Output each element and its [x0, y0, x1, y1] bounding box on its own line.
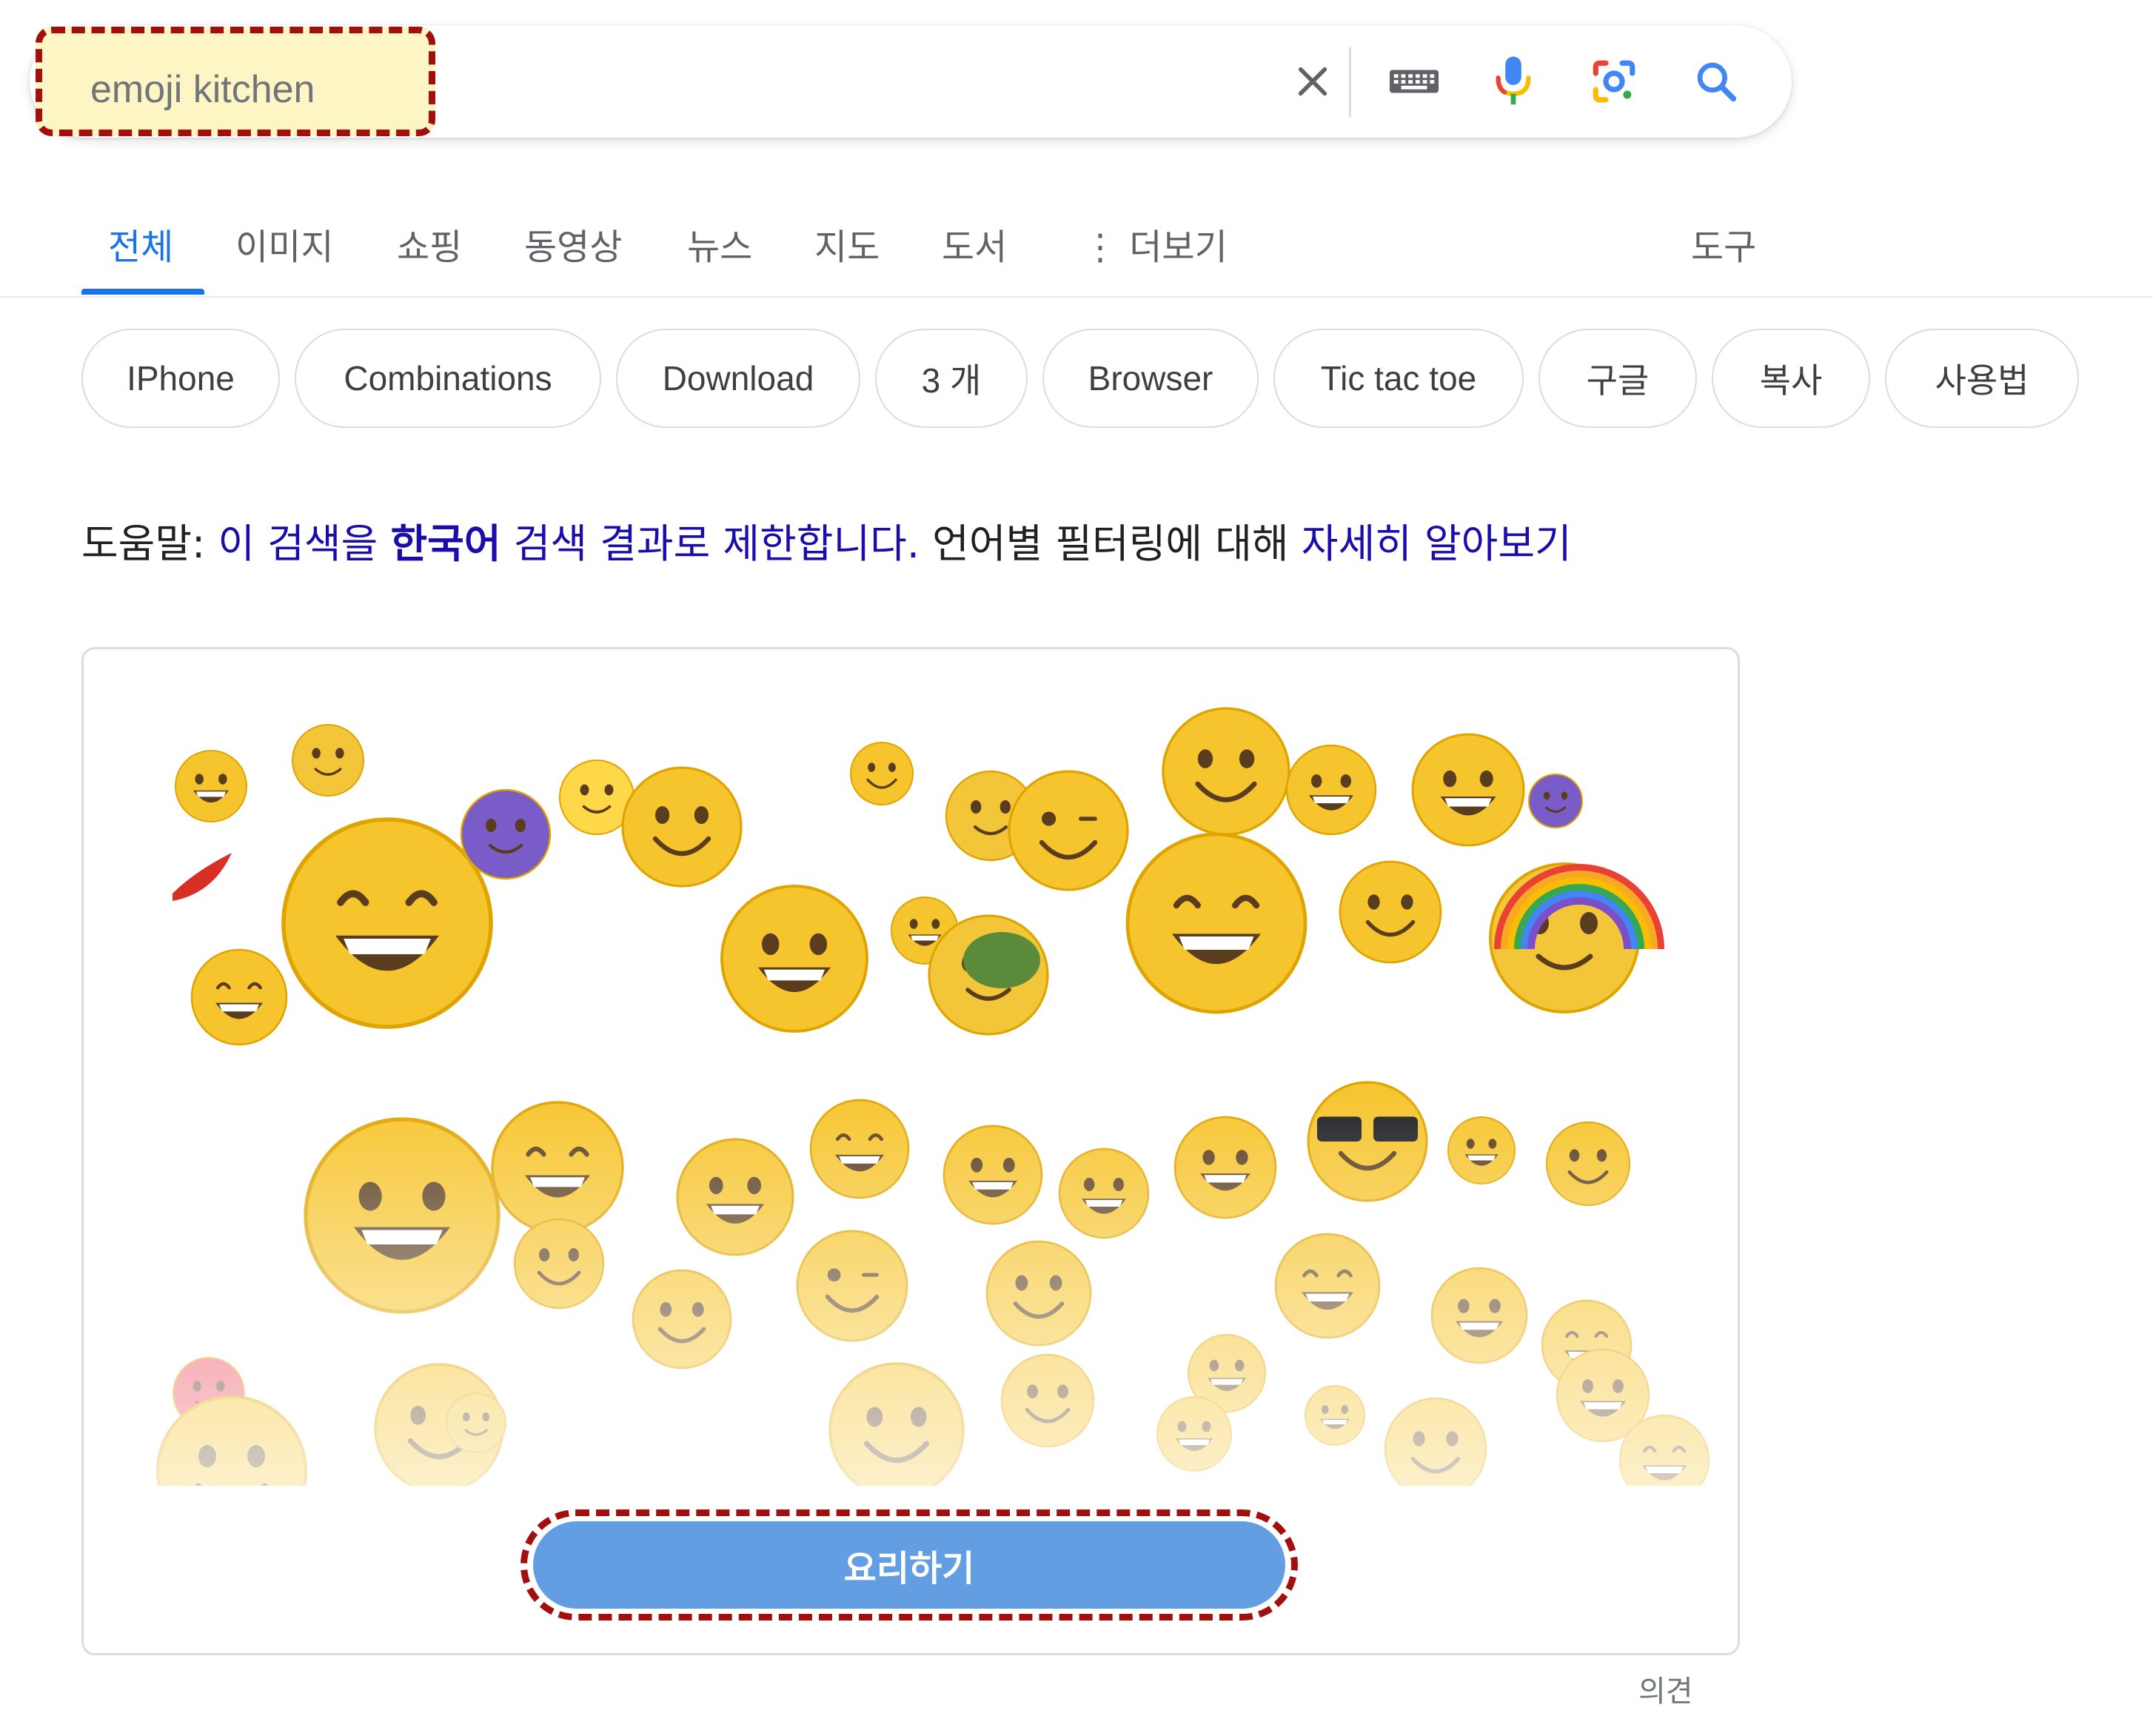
learn-more-link[interactable]: 자세히 알아보기	[1302, 520, 1572, 567]
emoji-face	[1285, 744, 1377, 836]
restrict-search-link-rest[interactable]: 검색 결과로 제한합니다.	[514, 520, 920, 567]
emoji-face	[621, 766, 743, 888]
chip-browser[interactable]: Browser	[1042, 329, 1259, 428]
emoji-face	[1008, 770, 1129, 891]
tab-images[interactable]: 이미지	[235, 218, 333, 269]
emoji-face	[1274, 1233, 1381, 1339]
emoji-collage-graphic	[156, 707, 1710, 1486]
emoji-face	[1156, 1396, 1232, 1472]
close-icon[interactable]	[1283, 52, 1342, 111]
search-tabs: 전체 이미지 쇼핑 동영상 뉴스 지도 도서 ⋮ 더보기 도구	[0, 207, 2153, 299]
emoji-face	[1125, 832, 1307, 1014]
emoji-face	[1430, 1267, 1528, 1364]
mic-icon[interactable]	[1484, 52, 1543, 111]
emoji-face	[942, 1125, 1043, 1225]
tab-more[interactable]: ⋮ 더보기	[1082, 218, 1228, 269]
active-tab-indicator	[81, 289, 204, 295]
emoji-face	[632, 1269, 732, 1370]
emoji-face	[720, 885, 868, 1033]
chip-combinations[interactable]: Combinations	[295, 329, 601, 428]
emoji-face	[1058, 1147, 1150, 1239]
lens-icon[interactable]	[1584, 52, 1644, 111]
emoji-face	[304, 1117, 500, 1314]
tab-books[interactable]: 도서	[942, 218, 1007, 269]
tools-button[interactable]: 도구	[1691, 218, 1756, 269]
emoji-face	[491, 1101, 624, 1234]
search-query-text: emoji kitchen	[90, 68, 315, 111]
emoji-face	[985, 1240, 1092, 1347]
tab-maps[interactable]: 지도	[814, 218, 880, 269]
search-bar: emoji kitchen	[30, 25, 1792, 138]
emoji-face	[1447, 1116, 1516, 1184]
help-prefix: 도움말:	[81, 520, 206, 567]
emoji-face	[190, 948, 288, 1046]
emoji-face	[1162, 707, 1290, 836]
help-middle-text: 언어별 필터링에 대해	[932, 520, 1289, 567]
language-link[interactable]: 한국어	[390, 520, 500, 567]
chip-iphone[interactable]: IPhone	[81, 329, 280, 428]
emoji-kitchen-card: 요리하기	[81, 647, 1740, 1655]
emoji-face	[676, 1138, 794, 1256]
emoji-face	[1339, 860, 1442, 964]
chip-download[interactable]: Download	[616, 329, 860, 428]
emoji-face	[1000, 1353, 1095, 1448]
emoji-face	[850, 742, 914, 805]
search-bar-divider	[1349, 47, 1351, 117]
restrict-search-link[interactable]: 이 검색을	[218, 520, 378, 567]
tab-all[interactable]: 전체	[108, 218, 173, 269]
emoji-face	[1411, 733, 1525, 847]
chip-how-to-use[interactable]: 사용법	[1885, 329, 2079, 428]
chip-google[interactable]: 구글	[1538, 329, 1697, 428]
emoji-face	[1528, 774, 1583, 828]
tab-shopping[interactable]: 쇼핑	[397, 218, 462, 269]
emoji-face	[809, 1099, 910, 1199]
emoji-face	[1545, 1121, 1631, 1207]
emoji-face	[1173, 1116, 1277, 1219]
tab-videos[interactable]: 동영상	[524, 218, 622, 269]
keyboard-icon[interactable]	[1384, 52, 1444, 111]
cook-button[interactable]: 요리하기	[533, 1521, 1285, 1609]
language-help-line: 도움말: 이 검색을 한국어 검색 결과로 제한합니다. 언어별 필터링에 대해…	[81, 511, 1572, 569]
tabs-divider	[0, 296, 2153, 298]
chip-3-count[interactable]: 3 개	[875, 329, 1028, 428]
chip-copy[interactable]: 복사	[1712, 329, 1870, 428]
emoji-face	[175, 750, 247, 822]
emoji-face	[828, 1362, 965, 1486]
emoji-face	[460, 788, 552, 880]
emoji-face	[281, 817, 493, 1029]
search-icon[interactable]	[1687, 52, 1746, 111]
emoji-face	[292, 724, 364, 797]
emoji-face	[796, 1230, 908, 1342]
emoji-face	[446, 1393, 506, 1453]
feedback-link[interactable]: 의견	[1638, 1667, 1693, 1710]
cook-button-highlight: 요리하기	[520, 1509, 1298, 1621]
emoji-face	[513, 1218, 605, 1310]
tab-news[interactable]: 뉴스	[687, 218, 752, 269]
chip-tic-tac-toe[interactable]: Tic tac toe	[1273, 329, 1524, 428]
search-input[interactable]: emoji kitchen	[36, 27, 435, 136]
emoji-face	[1305, 1385, 1365, 1446]
emoji-collage	[84, 649, 1738, 1486]
